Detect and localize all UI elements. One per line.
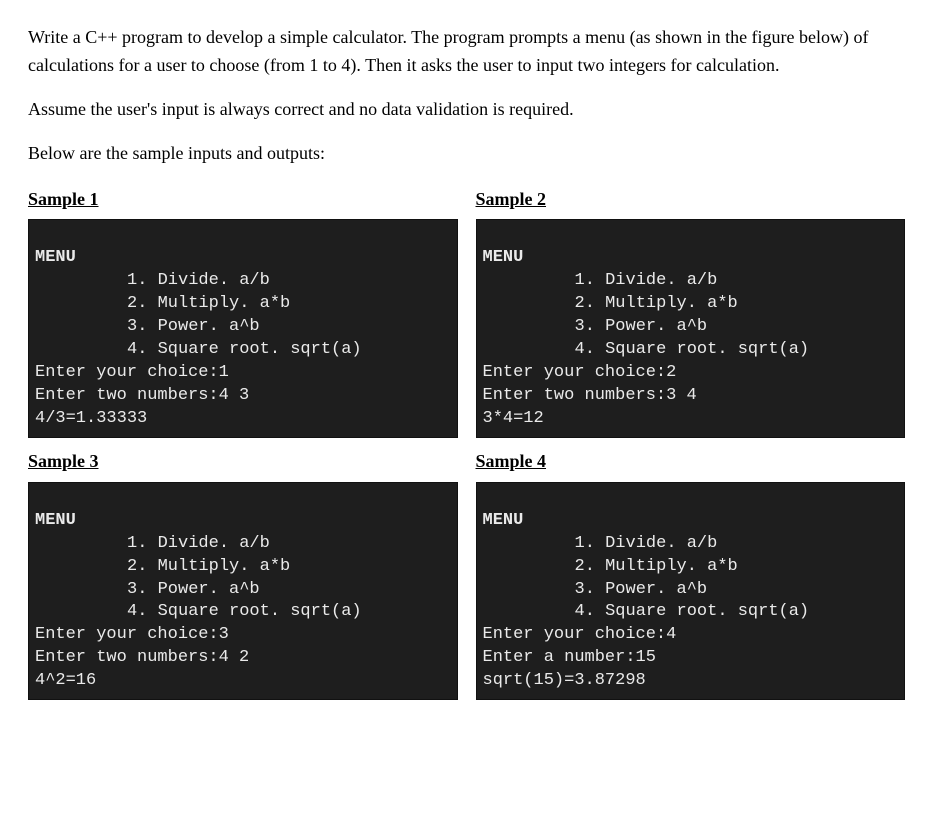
- sample-3-line-2: Enter two numbers:4 2: [35, 647, 451, 670]
- menu-item-2: 2. Multiply. a*b: [35, 556, 451, 579]
- sample-4: Sample 4 MENU1. Divide. a/b2. Multiply. …: [476, 448, 906, 700]
- sample-2-heading: Sample 2: [476, 186, 906, 214]
- menu-item-4: 4. Square root. sqrt(a): [483, 601, 899, 624]
- sample-4-console: MENU1. Divide. a/b2. Multiply. a*b3. Pow…: [476, 482, 906, 700]
- menu-item-4: 4. Square root. sqrt(a): [483, 339, 899, 362]
- problem-paragraph-3: Below are the sample inputs and outputs:: [28, 140, 905, 168]
- sample-1-heading: Sample 1: [28, 186, 458, 214]
- menu-title: MENU: [35, 247, 451, 270]
- sample-3-line-3: 4^2=16: [35, 670, 451, 693]
- menu-item-2: 2. Multiply. a*b: [483, 293, 899, 316]
- menu-item-3: 3. Power. a^b: [483, 316, 899, 339]
- sample-1-line-1: Enter your choice:1: [35, 362, 451, 385]
- sample-3: Sample 3 MENU1. Divide. a/b2. Multiply. …: [28, 448, 458, 700]
- sample-4-line-3: sqrt(15)=3.87298: [483, 670, 899, 693]
- menu-item-4: 4. Square root. sqrt(a): [35, 601, 451, 624]
- sample-4-line-1: Enter your choice:4: [483, 624, 899, 647]
- menu-item-3: 3. Power. a^b: [35, 316, 451, 339]
- menu-item-1: 1. Divide. a/b: [483, 533, 899, 556]
- menu-item-1: 1. Divide. a/b: [35, 270, 451, 293]
- sample-1-console: MENU1. Divide. a/b2. Multiply. a*b3. Pow…: [28, 219, 458, 437]
- sample-4-heading: Sample 4: [476, 448, 906, 476]
- menu-item-3: 3. Power. a^b: [35, 579, 451, 602]
- samples-grid: Sample 1 MENU1. Divide. a/b2. Multiply. …: [28, 186, 905, 701]
- sample-2-line-1: Enter your choice:2: [483, 362, 899, 385]
- menu-item-2: 2. Multiply. a*b: [35, 293, 451, 316]
- sample-3-heading: Sample 3: [28, 448, 458, 476]
- menu-title: MENU: [35, 510, 451, 533]
- sample-4-line-2: Enter a number:15: [483, 647, 899, 670]
- sample-2-line-3: 3*4=12: [483, 408, 899, 431]
- sample-1-line-2: Enter two numbers:4 3: [35, 385, 451, 408]
- menu-title: MENU: [483, 510, 899, 533]
- problem-paragraph-1: Write a C++ program to develop a simple …: [28, 24, 905, 80]
- sample-2-line-2: Enter two numbers:3 4: [483, 385, 899, 408]
- problem-paragraph-2: Assume the user's input is always correc…: [28, 96, 905, 124]
- menu-item-2: 2. Multiply. a*b: [483, 556, 899, 579]
- menu-item-1: 1. Divide. a/b: [483, 270, 899, 293]
- menu-item-1: 1. Divide. a/b: [35, 533, 451, 556]
- menu-title: MENU: [483, 247, 899, 270]
- sample-3-console: MENU1. Divide. a/b2. Multiply. a*b3. Pow…: [28, 482, 458, 700]
- sample-1-line-3: 4/3=1.33333: [35, 408, 451, 431]
- menu-item-4: 4. Square root. sqrt(a): [35, 339, 451, 362]
- menu-item-3: 3. Power. a^b: [483, 579, 899, 602]
- sample-2: Sample 2 MENU1. Divide. a/b2. Multiply. …: [476, 186, 906, 438]
- sample-2-console: MENU1. Divide. a/b2. Multiply. a*b3. Pow…: [476, 219, 906, 437]
- sample-3-line-1: Enter your choice:3: [35, 624, 451, 647]
- sample-1: Sample 1 MENU1. Divide. a/b2. Multiply. …: [28, 186, 458, 438]
